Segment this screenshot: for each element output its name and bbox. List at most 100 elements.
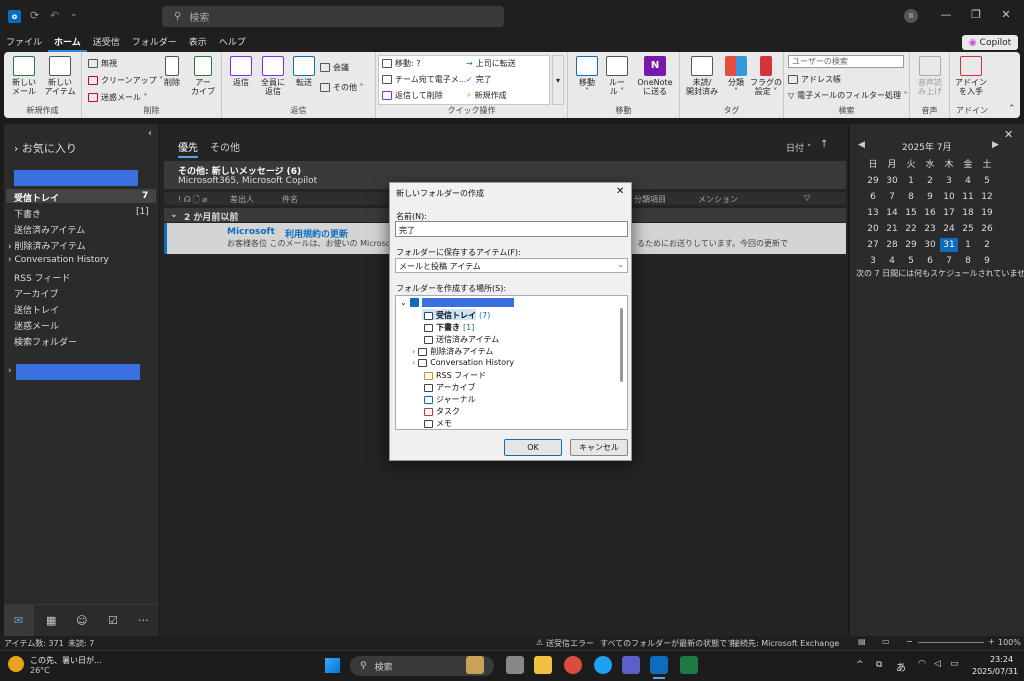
excel-icon[interactable] (680, 656, 698, 674)
calendar-day[interactable]: 20 (864, 222, 882, 236)
qs-create-new[interactable]: ⚡ 新規作成 (466, 90, 507, 101)
onenote-button[interactable]: N OneNote に送る (634, 56, 676, 96)
calendar-day[interactable]: 8 (959, 254, 977, 268)
tree-sent[interactable]: 送信済みアイテム (424, 334, 499, 345)
refresh-icon[interactable]: ⟳ (30, 9, 39, 22)
forward-button[interactable]: 転送 (290, 56, 318, 87)
calendar-day[interactable]: 23 (921, 222, 939, 236)
nav-inbox[interactable]: 受信トレイ (14, 191, 59, 204)
pause-icon[interactable]: II (904, 9, 918, 23)
chrome-icon[interactable] (564, 656, 582, 674)
nav-conversation-history[interactable]: › Conversation History (8, 255, 109, 265)
calendar-day[interactable]: 21 (883, 222, 901, 236)
cleanup-button[interactable]: クリーンアップ ˅ (88, 75, 163, 86)
folder-name-input[interactable]: 完了 (395, 221, 628, 237)
widget-icon[interactable] (466, 656, 484, 674)
weather-text[interactable]: この先、暑い日が... (30, 655, 102, 666)
tree-conv[interactable]: › Conversation History (412, 358, 514, 367)
calendar-day[interactable]: 1 (959, 238, 977, 252)
calendar-day[interactable]: 4 (883, 254, 901, 268)
tab-focused[interactable]: 優先 (178, 139, 198, 158)
calendar-day[interactable]: 22 (902, 222, 920, 236)
calendar-day[interactable]: 9 (978, 254, 996, 268)
tree-root[interactable]: ⌄ (400, 298, 514, 307)
qs-done[interactable]: ✓ 完了 (466, 74, 492, 85)
ignore-button[interactable]: 無視 (88, 58, 117, 69)
reply-button[interactable]: 返信 (226, 56, 256, 87)
zoom-level[interactable]: 100% (998, 638, 1021, 647)
tree-scrollbar[interactable] (620, 308, 623, 382)
tray-expand-icon[interactable]: ^ (856, 660, 864, 670)
search-people-input[interactable]: ユーザーの検索 (788, 55, 904, 68)
categorize-button[interactable]: 分類 ˅ (724, 56, 748, 96)
next-month-icon[interactable]: ▶ (992, 140, 999, 150)
col-subject[interactable]: 件名 (282, 194, 298, 205)
calendar-icon[interactable]: ▦ (46, 614, 56, 627)
menu-folder[interactable]: フォルダー (126, 34, 183, 52)
edge-icon[interactable] (594, 656, 612, 674)
calendar-day[interactable]: 16 (921, 206, 939, 220)
nav-outbox[interactable]: 送信トレイ (14, 303, 59, 316)
reply-all-button[interactable]: 全員に 返信 (258, 56, 288, 96)
nav-sent[interactable]: 送信済みアイテム (14, 223, 85, 236)
sort-by-date[interactable]: 日付 ˅ (786, 141, 811, 154)
calendar-day[interactable]: 30 (921, 238, 939, 252)
calendar-day[interactable]: 1 (902, 174, 920, 188)
calendar-day[interactable]: 2 (978, 238, 996, 252)
nav-archive[interactable]: アーカイブ (14, 287, 58, 300)
folder-tree[interactable]: ⌄ 受信トレイ (7) 下書き [1] 送信済みアイテム › 削除済みアイテム › Co… (395, 295, 628, 430)
calendar-day[interactable]: 25 (959, 222, 977, 236)
junk-button[interactable]: 迷惑メール ˅ (88, 92, 148, 103)
delete-button[interactable]: 削除 (160, 56, 184, 87)
qs-reply-delete[interactable]: 返信して削除 (382, 90, 443, 101)
file-explorer-icon[interactable] (534, 656, 552, 674)
mail-icon[interactable]: ✉ (14, 614, 23, 627)
menu-home[interactable]: ホーム (48, 34, 87, 52)
search-input[interactable]: ⚲ 検索 (162, 6, 504, 27)
account-name-redacted[interactable] (14, 170, 138, 186)
copilot-button[interactable]: ◉ Copilot (962, 35, 1018, 50)
calendar-day[interactable]: 12 (978, 190, 996, 204)
filter-email-button[interactable]: ▽ 電子メールのフィルター処理 ˅ (788, 90, 908, 101)
menu-view[interactable]: 表示 (183, 34, 213, 52)
send-receive-error[interactable]: 送受信エラー (546, 638, 594, 649)
tree-notes[interactable]: メモ (424, 418, 452, 429)
wifi-icon[interactable]: ◠ (918, 659, 926, 669)
column-filter-icon[interactable]: ▽ (804, 193, 810, 202)
tree-drafts[interactable]: 下書き [1] (424, 322, 474, 333)
dialog-close-button[interactable]: ✕ (616, 186, 624, 197)
calendar-day[interactable]: 8 (902, 190, 920, 204)
archive-button[interactable]: アー カイブ (188, 56, 218, 96)
cancel-button[interactable]: キャンセル (570, 439, 628, 456)
item-type-select[interactable]: メールと投稿 アイテム ⌄ (395, 258, 628, 273)
second-account-expander[interactable]: › (8, 366, 12, 376)
calendar-day[interactable]: 29 (902, 238, 920, 252)
calendar-day[interactable]: 7 (940, 254, 958, 268)
calendar-day[interactable]: 28 (883, 238, 901, 252)
clock-date[interactable]: 2025/07/31 (972, 667, 1018, 676)
col-from[interactable]: 差出人 (230, 194, 254, 205)
tree-rss[interactable]: RSS フィード (424, 370, 486, 381)
task-view-icon[interactable] (506, 656, 524, 674)
maximize-button[interactable]: ❐ (966, 8, 986, 24)
address-book-button[interactable]: アドレス帳 (788, 74, 841, 85)
second-account-redacted[interactable] (16, 364, 140, 380)
calendar-day[interactable]: 13 (864, 206, 882, 220)
prev-month-icon[interactable]: ◀ (858, 140, 865, 150)
volume-icon[interactable]: ◁ (934, 659, 941, 669)
calendar-day[interactable]: 6 (921, 254, 939, 268)
zoom-out-icon[interactable]: − (906, 637, 913, 646)
calendar-day-today[interactable]: 31 (940, 238, 958, 252)
favorites-header[interactable]: › お気に入り (14, 140, 77, 156)
calendar-day[interactable]: 17 (940, 206, 958, 220)
clock-time[interactable]: 23:24 (990, 655, 1013, 664)
calendar-day[interactable]: 6 (864, 190, 882, 204)
tree-inbox[interactable]: 受信トレイ (7) (424, 310, 490, 321)
col-mention[interactable]: メンション (698, 194, 738, 205)
new-item-button[interactable]: 新しい アイテム (42, 56, 78, 96)
battery-icon[interactable]: ▭ (950, 659, 959, 669)
calendar-day[interactable]: 29 (864, 174, 882, 188)
calendar-day[interactable]: 19 (978, 206, 996, 220)
qs-team-email[interactable]: チーム宛て電子メ... (382, 74, 466, 85)
menu-send-receive[interactable]: 送受信 (87, 34, 126, 52)
